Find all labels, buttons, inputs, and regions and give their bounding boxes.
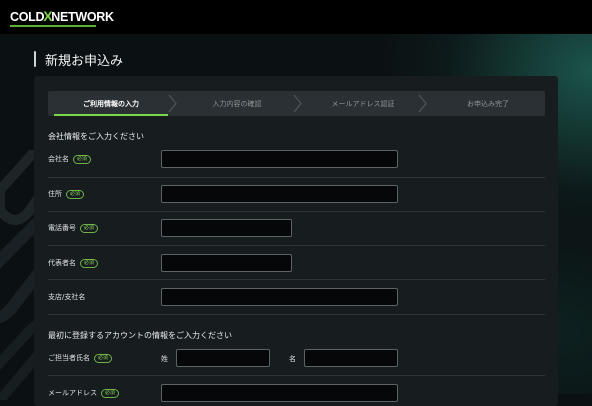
company-name-label: 会社名 必須 [48, 153, 92, 165]
field-label: 代表者名 [48, 259, 76, 267]
active-step-indicator [54, 114, 168, 116]
step-complete: お申込み完了 [431, 91, 545, 116]
account-section-heading: 最初に登録するアカウントの情報をご入力ください [48, 331, 232, 340]
field-label: 会社名 [48, 155, 69, 163]
required-badge: 必須 [101, 388, 120, 398]
field-label: メールアドレス [48, 389, 97, 397]
required-badge: 必須 [80, 258, 99, 268]
required-badge: 必須 [80, 223, 99, 233]
representative-label: 代表者名 必須 [48, 257, 99, 269]
page-title-text: 新規お申込み [45, 53, 124, 69]
company-name-input[interactable] [161, 150, 398, 168]
title-accent-bar [34, 51, 36, 67]
required-badge: 必須 [73, 154, 92, 164]
step-confirm: 入力内容の確認 [180, 91, 294, 116]
logo-x-mark: X [43, 8, 53, 24]
field-label: 電話番号 [48, 224, 76, 232]
required-badge: 必須 [66, 189, 85, 199]
required-badge: 必須 [94, 353, 113, 363]
email-label: メールアドレス 必須 [48, 387, 120, 399]
branch-input[interactable] [161, 288, 398, 306]
address-input[interactable] [161, 185, 398, 203]
field-label: 支店/支社名 [48, 293, 86, 301]
step-email-verify: メールアドレス認証 [305, 91, 421, 116]
first-name-label: 名 [289, 355, 296, 363]
row-divider [48, 279, 545, 280]
step-label: 入力内容の確認 [212, 99, 262, 108]
chevron-right-icon [418, 94, 427, 113]
email-input[interactable] [161, 384, 398, 402]
last-name-input[interactable] [176, 349, 270, 367]
logo-text-left: COLD [10, 10, 45, 24]
logo-text-right: NETWORK [51, 10, 114, 24]
step-label: ご利用情報の入力 [83, 99, 139, 108]
step-input: ご利用情報の入力 [54, 91, 168, 116]
representative-input[interactable] [161, 254, 292, 272]
chevron-right-icon [168, 94, 177, 113]
first-name-input[interactable] [304, 349, 398, 367]
company-section-heading: 会社情報をご入力ください [48, 132, 144, 141]
chevron-right-icon [293, 94, 302, 113]
row-divider [48, 211, 545, 212]
progress-steps: ご利用情報の入力 入力内容の確認 メールアドレス認証 お申込み完了 [48, 91, 545, 116]
phone-label: 電話番号 必須 [48, 222, 99, 234]
step-label: メールアドレス認証 [331, 99, 395, 108]
top-bar: COLD X NETWORK [0, 0, 592, 34]
step-label: お申込み完了 [467, 99, 509, 108]
logo-underline [10, 25, 96, 27]
phone-input[interactable] [161, 219, 292, 237]
contact-name-label: ご担当者氏名 必須 [48, 352, 113, 364]
form-panel [34, 76, 558, 406]
page-title: 新規お申込み [34, 50, 124, 69]
row-divider [48, 177, 545, 178]
last-name-label: 姓 [161, 355, 168, 363]
address-label: 住所 必須 [48, 188, 85, 200]
row-divider [48, 245, 545, 246]
field-label: 住所 [48, 190, 62, 198]
cold-x-network-logo[interactable]: COLD X NETWORK [10, 8, 114, 26]
row-divider [48, 375, 545, 376]
row-divider [48, 314, 545, 315]
field-label: ご担当者氏名 [48, 354, 90, 362]
branch-label: 支店/支社名 [48, 291, 85, 303]
